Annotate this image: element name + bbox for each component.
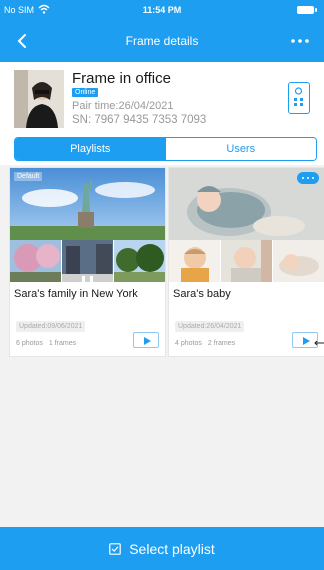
frame-header: Frame in office Online Pair time:26/04/2…	[0, 62, 324, 134]
segmented-tabs: Playlists Users	[14, 137, 317, 161]
page-title: Frame details	[125, 34, 199, 48]
select-playlist-label: Select playlist	[129, 540, 215, 557]
remote-control-button[interactable]	[288, 82, 310, 114]
photo-strip	[169, 240, 324, 282]
playlist-card[interactable]: Sara's baby Updated:26/04/2021 4 photos 2…	[168, 167, 324, 357]
more-dots-icon[interactable]	[288, 32, 312, 50]
photo-thumbnail	[10, 240, 61, 282]
photo-thumbnail	[221, 240, 272, 282]
frame-count: 2 frames	[207, 340, 236, 347]
photo-strip	[10, 240, 165, 282]
photo-thumbnail	[273, 240, 324, 282]
online-status-badge: Online	[72, 88, 99, 97]
frame-count: 1 frames	[48, 340, 77, 347]
photo-thumbnail	[62, 240, 113, 282]
pair-time: Pair time:26/04/2021	[72, 100, 174, 112]
nav-bar: Frame details	[0, 20, 324, 62]
default-badge: Default	[14, 172, 43, 181]
select-playlist-button[interactable]: Select playlist	[0, 527, 324, 570]
tab-users[interactable]: Users	[165, 138, 316, 160]
serial-number: SN: 7967 9435 7353 7093	[72, 114, 207, 126]
photo-count: 6 photos	[16, 340, 43, 347]
frame-name: Frame in office	[72, 70, 171, 87]
status-bar: No SIM 11:54 PM	[0, 0, 324, 20]
tab-playlists[interactable]: Playlists	[15, 138, 166, 160]
updated-date: Updated:09/06/2021	[16, 321, 86, 332]
checkbox-icon	[109, 542, 122, 555]
playlist-name: Sara's baby	[173, 288, 231, 300]
arrow-left-icon	[314, 340, 324, 346]
clock: 11:54 PM	[142, 5, 182, 15]
updated-date: Updated:26/04/2021	[175, 321, 245, 332]
remote-control-icon	[294, 87, 303, 106]
playlist-card[interactable]: Default Sara's family in New York Update…	[9, 167, 166, 357]
photo-thumbnail	[169, 240, 220, 282]
playlist-stats: 6 photos 1 frames	[16, 340, 76, 347]
playlist-name: Sara's family in New York	[14, 288, 138, 300]
frame-thumbnail	[14, 70, 64, 128]
play-button[interactable]	[133, 332, 159, 348]
playlist-stats: 4 photos 2 frames	[175, 340, 235, 347]
card-more-button[interactable]	[297, 172, 319, 184]
photo-count: 4 photos	[175, 340, 202, 347]
battery-icon	[297, 6, 317, 14]
photo-thumbnail	[114, 240, 165, 282]
